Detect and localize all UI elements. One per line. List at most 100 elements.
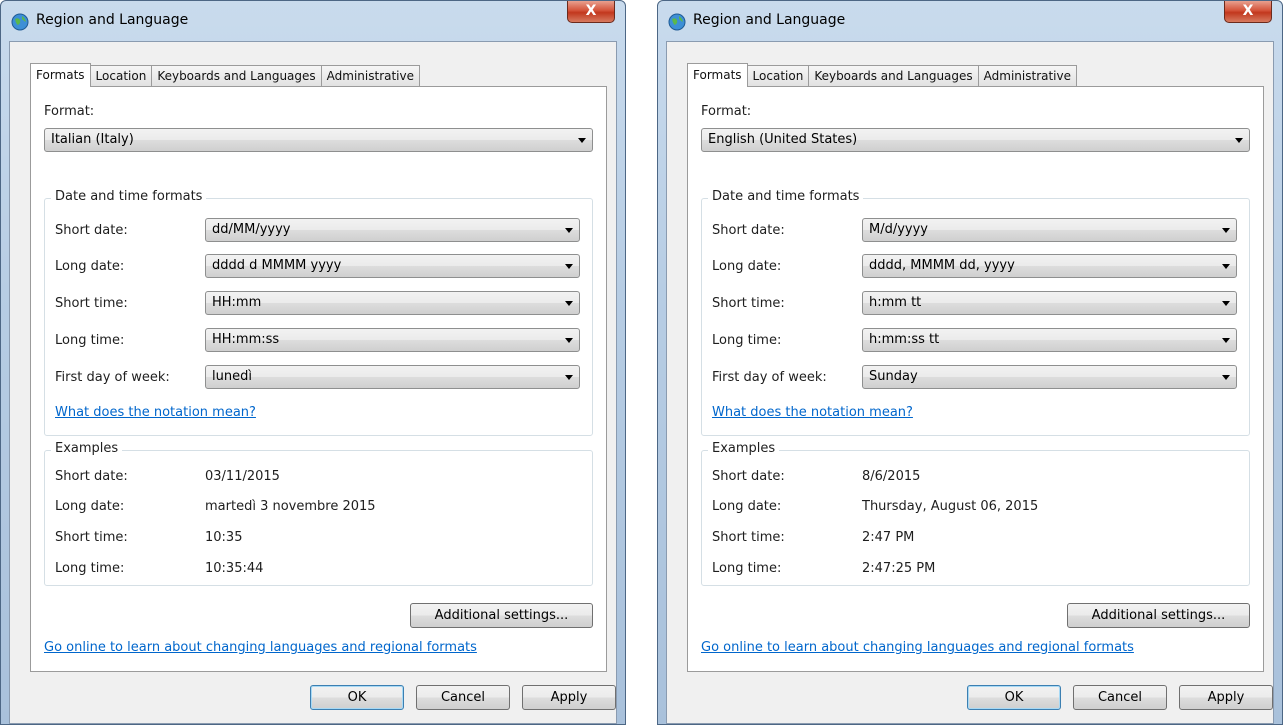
group-title: Date and time formats [51,189,207,204]
tab-keyboards-and-languages[interactable]: Keyboards and Languages [809,65,979,87]
tab-strip: Formats Location Keyboards and Languages… [687,63,1078,87]
short-date-value: dd/MM/yyyy [212,222,291,237]
ok-button[interactable]: OK [310,685,404,710]
globe-icon [11,13,29,31]
chevron-down-icon [1235,138,1243,143]
first-day-of-week-label: First day of week: [55,370,170,385]
chevron-down-icon [1222,264,1230,269]
notation-help-link[interactable]: What does the notation mean? [55,405,256,420]
tab-keyboards-and-languages[interactable]: Keyboards and Languages [152,65,322,87]
first-day-of-week-label: First day of week: [712,370,827,385]
chevron-down-icon [565,264,573,269]
format-value: English (United States) [708,132,858,147]
example-long-time-value: 10:35:44 [205,561,264,576]
long-date-label: Long date: [712,259,782,274]
tab-location[interactable]: Location [747,65,810,87]
chevron-down-icon [565,301,573,306]
format-value: Italian (Italy) [51,132,134,147]
long-date-value: dddd d MMMM yyyy [212,258,342,273]
group-title: Examples [708,441,780,456]
window-title: Region and Language [693,12,846,28]
chevron-down-icon [565,375,573,380]
online-help-link[interactable]: Go online to learn about changing langua… [44,640,477,655]
example-short-time-label: Short time: [712,530,785,545]
close-button[interactable]: X [1224,1,1272,23]
apply-button[interactable]: Apply [1179,685,1273,710]
tab-location[interactable]: Location [90,65,153,87]
format-label: Format: [44,104,95,119]
group-title: Date and time formats [708,189,864,204]
long-date-dropdown[interactable]: dddd d MMMM yyyy [205,254,580,278]
short-time-value: HH:mm [212,295,262,310]
close-icon: X [585,3,597,19]
short-time-label: Short time: [55,296,128,311]
format-dropdown[interactable]: Italian (Italy) [44,128,593,152]
online-help-link[interactable]: Go online to learn about changing langua… [701,640,1134,655]
short-time-dropdown[interactable]: HH:mm [205,291,580,315]
example-short-date-label: Short date: [55,469,128,484]
ok-button[interactable]: OK [967,685,1061,710]
short-time-label: Short time: [712,296,785,311]
additional-settings-button[interactable]: Additional settings... [410,603,593,628]
tab-formats[interactable]: Formats [687,63,748,87]
example-short-time-value: 10:35 [205,530,243,545]
short-date-dropdown[interactable]: M/d/yyyy [862,218,1237,242]
window-title: Region and Language [36,12,189,28]
short-date-dropdown[interactable]: dd/MM/yyyy [205,218,580,242]
example-short-date-value: 8/6/2015 [862,469,921,484]
title-bar[interactable]: Region and Language X [1,1,625,41]
dialog-client-area: Formats Location Keyboards and Languages… [9,41,617,724]
title-bar[interactable]: Region and Language X [658,1,1282,41]
close-button[interactable]: X [567,1,615,23]
short-time-value: h:mm tt [869,295,922,310]
example-short-time-value: 2:47 PM [862,530,915,545]
cancel-button[interactable]: Cancel [416,685,510,710]
long-time-dropdown[interactable]: h:mm:ss tt [862,328,1237,352]
long-time-label: Long time: [55,333,125,348]
chevron-down-icon [565,228,573,233]
example-long-time-label: Long time: [712,561,782,576]
chevron-down-icon [1222,338,1230,343]
first-day-of-week-value: lunedì [212,369,252,384]
first-day-of-week-dropdown[interactable]: Sunday [862,365,1237,389]
cancel-button[interactable]: Cancel [1073,685,1167,710]
tab-administrative[interactable]: Administrative [321,65,421,87]
dialog-client-area: Formats Location Keyboards and Languages… [666,41,1274,724]
additional-settings-button[interactable]: Additional settings... [1067,603,1250,628]
format-dropdown[interactable]: English (United States) [701,128,1250,152]
apply-button[interactable]: Apply [522,685,616,710]
short-date-label: Short date: [55,223,128,238]
tab-formats[interactable]: Formats [30,63,91,87]
group-title: Examples [51,441,123,456]
first-day-of-week-dropdown[interactable]: lunedì [205,365,580,389]
chevron-down-icon [1222,228,1230,233]
first-day-of-week-value: Sunday [869,369,918,384]
example-long-date-label: Long date: [712,499,782,514]
example-short-date-value: 03/11/2015 [205,469,280,484]
chevron-down-icon [565,338,573,343]
long-date-dropdown[interactable]: dddd, MMMM dd, yyyy [862,254,1237,278]
example-long-time-label: Long time: [55,561,125,576]
short-time-dropdown[interactable]: h:mm tt [862,291,1237,315]
example-long-date-value: Thursday, August 06, 2015 [862,499,1039,514]
example-short-date-label: Short date: [712,469,785,484]
long-time-label: Long time: [712,333,782,348]
chevron-down-icon [1222,375,1230,380]
long-time-dropdown[interactable]: HH:mm:ss [205,328,580,352]
short-date-value: M/d/yyyy [869,222,929,237]
globe-icon [668,13,686,31]
tab-strip: Formats Location Keyboards and Languages… [30,63,421,87]
formats-panel: Format: Italian (Italy) Date and time fo… [30,86,607,672]
example-long-time-value: 2:47:25 PM [862,561,936,576]
example-short-time-label: Short time: [55,530,128,545]
long-time-value: HH:mm:ss [212,332,280,347]
notation-help-link[interactable]: What does the notation mean? [712,405,913,420]
short-date-label: Short date: [712,223,785,238]
tab-administrative[interactable]: Administrative [978,65,1078,87]
chevron-down-icon [578,138,586,143]
formats-panel: Format: English (United States) Date and… [687,86,1264,672]
region-language-dialog-english: Region and Language X Formats Location K… [657,0,1283,725]
example-long-date-value: martedì 3 novembre 2015 [205,499,376,514]
long-date-value: dddd, MMMM dd, yyyy [869,258,1015,273]
chevron-down-icon [1222,301,1230,306]
